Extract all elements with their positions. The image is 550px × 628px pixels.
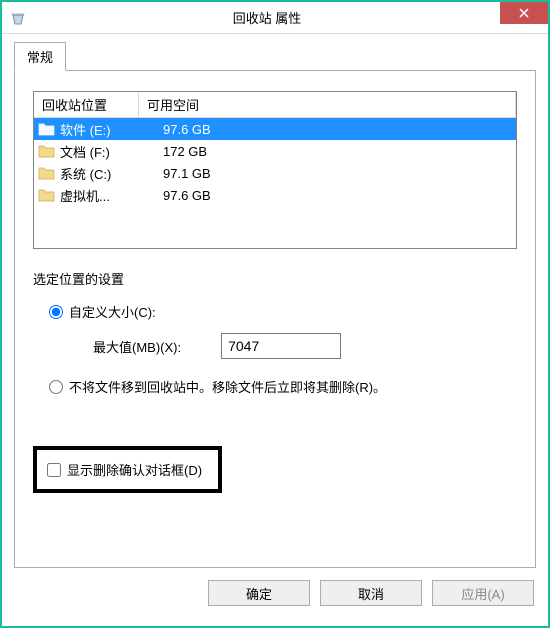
radio-custom-size-input[interactable] [49, 305, 63, 319]
row-location: 系统 (C:) [60, 164, 157, 183]
tab-panel-general: 回收站位置 可用空间 软件 (E:) 97.6 GB 文档 (F:) 172 G… [14, 70, 536, 568]
folder-icon [38, 143, 56, 159]
max-size-label: 最大值(MB)(X): [93, 337, 181, 356]
close-button[interactable] [500, 2, 548, 24]
header-location[interactable]: 回收站位置 [34, 92, 139, 117]
confirm-delete-label: 显示删除确认对话框(D) [67, 460, 202, 479]
folder-icon [38, 121, 56, 137]
window-title: 回收站 属性 [34, 8, 500, 27]
row-space: 97.6 GB [157, 122, 516, 137]
row-space: 97.1 GB [157, 166, 516, 181]
ok-button[interactable]: 确定 [208, 580, 310, 606]
tab-strip: 常规 [14, 44, 536, 70]
row-location: 软件 (E:) [60, 120, 157, 139]
listview-row[interactable]: 虚拟机... 97.6 GB [34, 184, 516, 206]
listview-header: 回收站位置 可用空间 [34, 92, 516, 118]
dialog-button-row: 确定 取消 应用(A) [2, 568, 548, 618]
listview-row[interactable]: 系统 (C:) 97.1 GB [34, 162, 516, 184]
row-space: 172 GB [157, 144, 516, 159]
radio-custom-size-label: 自定义大小(C): [69, 302, 156, 321]
max-size-input[interactable] [221, 333, 341, 359]
location-listview[interactable]: 回收站位置 可用空间 软件 (E:) 97.6 GB 文档 (F:) 172 G… [33, 91, 517, 249]
cancel-button[interactable]: 取消 [320, 580, 422, 606]
titlebar: 回收站 属性 [2, 2, 548, 34]
settings-group-label: 选定位置的设置 [33, 269, 517, 288]
radio-no-move-input[interactable] [49, 380, 63, 394]
listview-row[interactable]: 软件 (E:) 97.6 GB [34, 118, 516, 140]
radio-custom-size[interactable]: 自定义大小(C): [49, 302, 517, 321]
confirm-delete-highlight: 显示删除确认对话框(D) [33, 446, 222, 493]
row-location: 虚拟机... [60, 186, 157, 205]
header-space[interactable]: 可用空间 [139, 92, 516, 117]
listview-row[interactable]: 文档 (F:) 172 GB [34, 140, 516, 162]
tab-general[interactable]: 常规 [14, 42, 66, 71]
folder-icon [38, 187, 56, 203]
row-space: 97.6 GB [157, 188, 516, 203]
recycle-bin-icon [10, 10, 26, 26]
row-location: 文档 (F:) [60, 142, 157, 161]
folder-icon [38, 165, 56, 181]
radio-no-move[interactable]: 不将文件移到回收站中。移除文件后立即将其删除(R)。 [49, 377, 517, 396]
radio-no-move-label: 不将文件移到回收站中。移除文件后立即将其删除(R)。 [69, 377, 386, 396]
apply-button[interactable]: 应用(A) [432, 580, 534, 606]
confirm-delete-checkbox[interactable] [47, 463, 61, 477]
max-size-row: 最大值(MB)(X): [93, 333, 517, 359]
